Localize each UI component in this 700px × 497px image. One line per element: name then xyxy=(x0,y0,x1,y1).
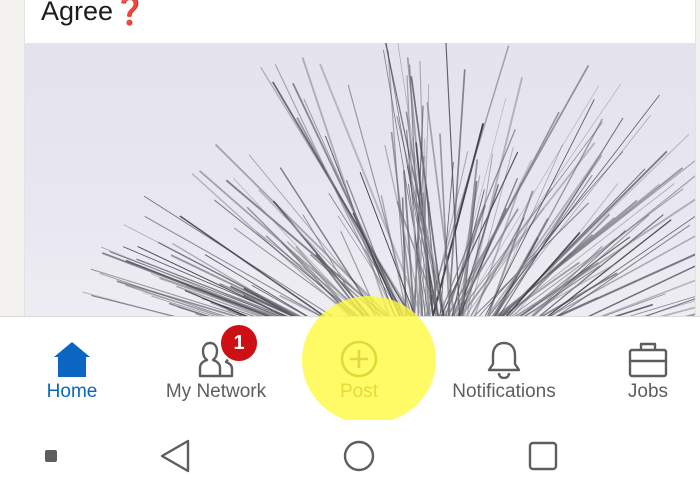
system-navigation-bar xyxy=(0,420,700,497)
feed-post-card[interactable]: Agree❓ xyxy=(24,0,696,318)
nav-label-notifications: Notifications xyxy=(452,381,556,402)
highlight-marker xyxy=(302,296,436,424)
nav-item-my-network[interactable]: My Network xyxy=(146,317,286,421)
nav-label-jobs: Jobs xyxy=(627,381,669,402)
nav-label-my-network: My Network xyxy=(165,381,267,402)
post-image[interactable] xyxy=(25,43,695,318)
recents-dot-icon[interactable] xyxy=(44,449,58,468)
home-icon xyxy=(50,339,94,379)
nav-item-notifications[interactable]: Notifications xyxy=(434,317,574,421)
home-circle-icon[interactable] xyxy=(342,439,376,478)
post-text-body: Agree xyxy=(41,0,114,26)
post-text: Agree❓ xyxy=(41,0,147,30)
pencil-burst-illustration xyxy=(82,43,695,318)
bell-icon xyxy=(482,339,526,380)
app-screen: Agree❓ Home My Network Notifications Job… xyxy=(0,0,700,497)
back-icon[interactable] xyxy=(158,438,192,479)
overview-square-icon[interactable] xyxy=(527,440,559,477)
nav-label-home: Home xyxy=(46,381,98,402)
briefcase-icon xyxy=(626,339,670,379)
nav-item-home[interactable]: Home xyxy=(2,317,142,421)
my-network-badge: 1 xyxy=(219,323,259,363)
question-emoji: ❓ xyxy=(113,0,147,26)
nav-item-jobs[interactable]: Jobs xyxy=(578,317,700,421)
